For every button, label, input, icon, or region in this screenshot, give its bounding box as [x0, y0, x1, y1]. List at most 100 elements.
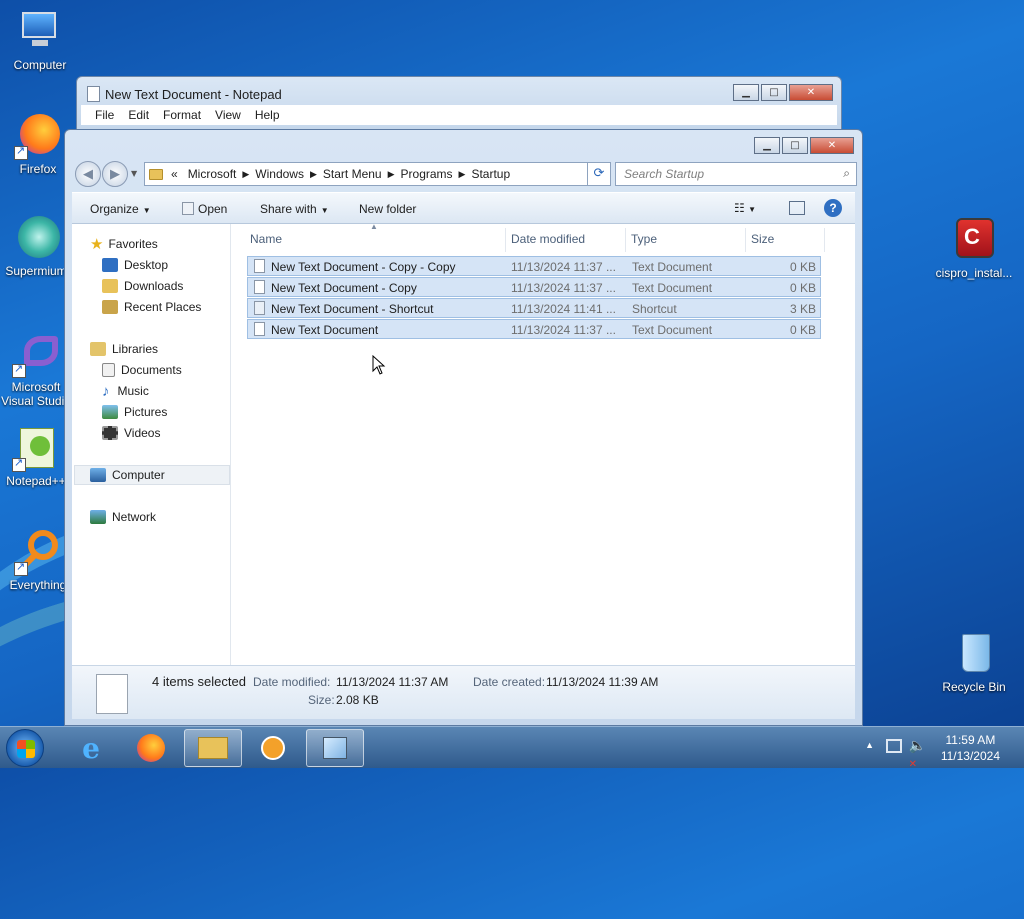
sort-ascending-icon: ▲	[370, 222, 378, 231]
explorer-window[interactable]: ▁ □ ✕ ◀ ▶ ▼ « Microsoft ▶ Windows ▶ Star…	[64, 129, 863, 726]
recent-places-icon	[102, 300, 118, 314]
folder-icon	[198, 737, 228, 759]
column-size[interactable]: Size	[751, 232, 774, 246]
column-type[interactable]: Type	[631, 232, 657, 246]
recycle-bin-icon	[950, 630, 998, 678]
date-created-value: 11/13/2024 11:39 AM	[546, 675, 659, 689]
menu-help[interactable]: Help	[249, 105, 288, 125]
navigation-pane: ★ Favorites Desktop Downloads Recent Plac…	[72, 224, 231, 665]
notepad-title: New Text Document - Notepad	[105, 87, 282, 102]
nav-favorites[interactable]: ★ Favorites	[90, 234, 158, 254]
nav-downloads[interactable]: Downloads	[102, 276, 183, 296]
taskbar-media-player[interactable]	[244, 729, 302, 767]
share-with-button[interactable]: Share with ▼	[260, 202, 329, 216]
size-label: Size:	[308, 693, 335, 707]
nav-libraries[interactable]: Libraries	[90, 339, 158, 359]
network-icon	[90, 510, 106, 524]
notepad-menubar: File Edit Format View Help	[81, 105, 837, 125]
refresh-button[interactable]: ⟳	[587, 162, 611, 186]
firefox-icon	[137, 734, 165, 762]
desktop-icon-computer[interactable]: Computer	[0, 8, 80, 72]
breadcrumb-separator-icon[interactable]: ▶	[310, 169, 317, 180]
recent-pages-icon[interactable]: ▼	[131, 169, 137, 178]
organize-button[interactable]: Organize ▼	[90, 202, 151, 216]
taskbar-firefox[interactable]	[122, 729, 180, 767]
desktop-icon-installer[interactable]: C cispro_instal...	[934, 216, 1014, 280]
network-icon[interactable]	[886, 739, 902, 753]
table-row[interactable]: New Text Document - Copy - Copy 11/13/20…	[247, 256, 821, 276]
nav-computer[interactable]: Computer	[90, 465, 165, 485]
documents-icon	[102, 363, 115, 377]
close-button[interactable]: ✕	[810, 137, 854, 154]
breadcrumb-startup[interactable]: Startup	[471, 167, 510, 181]
start-button[interactable]	[6, 729, 44, 767]
breadcrumb-programs[interactable]: Programs	[401, 167, 453, 181]
open-icon	[182, 202, 194, 215]
help-icon[interactable]: ?	[824, 199, 842, 217]
details-pane: 4 items selected Date modified: 11/13/20…	[72, 665, 855, 719]
close-button[interactable]: ✕	[789, 84, 833, 101]
back-button[interactable]: ◀	[75, 161, 101, 187]
shortcut-file-icon	[254, 301, 265, 315]
nav-documents[interactable]: Documents	[102, 360, 182, 380]
videos-icon	[102, 426, 118, 440]
taskbar-internet-explorer[interactable]: e	[62, 729, 120, 767]
address-bar[interactable]: « Microsoft ▶ Windows ▶ Start Menu ▶ Pro…	[144, 162, 606, 186]
music-icon: ♪	[102, 382, 110, 400]
menu-edit[interactable]: Edit	[122, 105, 157, 125]
preview-pane-button[interactable]	[789, 201, 805, 215]
desktop-icon-recycle-bin[interactable]: Recycle Bin	[934, 630, 1014, 694]
minimize-button[interactable]: ▁	[754, 137, 780, 154]
breadcrumb-separator-icon[interactable]: ▶	[388, 169, 395, 180]
folder-icon	[149, 168, 163, 180]
menu-view[interactable]: View	[209, 105, 249, 125]
taskbar: e ▲ 🔈✕ 11:59 AM 11/13/2024	[0, 726, 1024, 770]
visual-studio-icon	[12, 330, 60, 378]
pictures-icon	[102, 405, 118, 419]
breadcrumb-separator-icon[interactable]: ▶	[459, 169, 466, 180]
open-button[interactable]: Open	[182, 202, 227, 216]
column-date-modified[interactable]: Date modified	[511, 232, 585, 246]
notepad-window[interactable]: New Text Document - Notepad ▁ □ ✕ File E…	[76, 76, 842, 136]
menu-format[interactable]: Format	[157, 105, 209, 125]
clock[interactable]: 11:59 AM 11/13/2024	[941, 732, 1000, 764]
table-row[interactable]: New Text Document 11/13/2024 11:37 ... T…	[247, 319, 821, 339]
table-row[interactable]: New Text Document - Copy 11/13/2024 11:3…	[247, 277, 821, 297]
notepadpp-icon	[12, 424, 60, 472]
nav-pictures[interactable]: Pictures	[102, 402, 167, 422]
menu-file[interactable]: File	[89, 105, 122, 125]
breadcrumb-overflow[interactable]: «	[171, 167, 178, 181]
clock-time: 11:59 AM	[945, 733, 996, 747]
new-folder-button[interactable]: New folder	[359, 202, 416, 216]
everything-icon	[14, 528, 62, 576]
taskbar-explorer[interactable]	[184, 729, 242, 767]
nav-desktop[interactable]: Desktop	[102, 255, 168, 275]
table-row[interactable]: New Text Document - Shortcut 11/13/2024 …	[247, 298, 821, 318]
nav-network[interactable]: Network	[90, 507, 156, 527]
nav-recent-places[interactable]: Recent Places	[102, 297, 201, 317]
taskbar-notepad[interactable]	[306, 729, 364, 767]
maximize-button[interactable]: □	[761, 84, 787, 101]
file-list: Name ▲ Date modified Type Size New Text …	[232, 222, 855, 665]
search-icon: ⌕	[843, 166, 850, 180]
text-file-icon	[254, 322, 265, 336]
breadcrumb-windows[interactable]: Windows	[255, 167, 304, 181]
clock-date: 11/13/2024	[940, 749, 1000, 763]
volume-muted-icon[interactable]: 🔈✕	[909, 737, 926, 770]
breadcrumb-microsoft[interactable]: Microsoft	[188, 167, 237, 181]
size-value: 2.08 KB	[336, 693, 379, 707]
nav-music[interactable]: ♪ Music	[102, 381, 149, 401]
column-name[interactable]: Name	[250, 232, 282, 246]
supermium-icon	[12, 214, 60, 262]
show-hidden-icons-icon[interactable]: ▲	[865, 740, 874, 750]
breadcrumb-separator-icon[interactable]: ▶	[242, 169, 249, 180]
nav-videos[interactable]: Videos	[102, 423, 160, 443]
forward-button[interactable]: ▶	[102, 161, 128, 187]
change-view-button[interactable]: ☷ ▼	[734, 201, 756, 215]
minimize-button[interactable]: ▁	[733, 84, 759, 101]
maximize-button[interactable]: □	[782, 137, 808, 154]
search-input[interactable]: Search Startup ⌕	[615, 162, 857, 186]
breadcrumb-start-menu[interactable]: Start Menu	[323, 167, 382, 181]
installer-icon: C	[950, 216, 998, 264]
libraries-icon	[90, 342, 106, 356]
